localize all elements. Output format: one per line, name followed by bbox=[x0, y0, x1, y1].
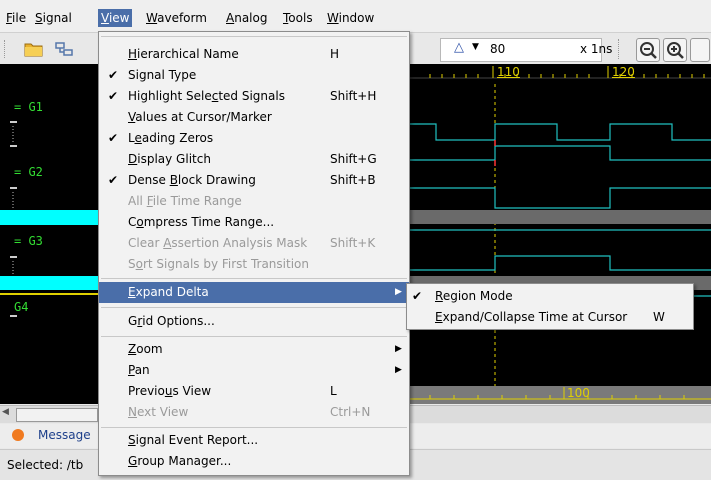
menu-tools[interactable]: Tools bbox=[280, 9, 316, 27]
menu-item-compress-time-range[interactable]: Compress Time Range... bbox=[99, 212, 409, 233]
submenu-arrow-icon: ▶ bbox=[395, 365, 402, 375]
menu-separator bbox=[101, 336, 407, 337]
checkmark-icon: ✔ bbox=[107, 173, 119, 187]
menu-window[interactable]: Window bbox=[324, 9, 377, 27]
toolbar-separator bbox=[618, 39, 622, 59]
menu-item-leading-zeros[interactable]: ✔ Leading Zeros bbox=[99, 128, 409, 149]
menu-item-next-view[interactable]: Next View Ctrl+N bbox=[99, 402, 409, 423]
message-tab[interactable]: Message bbox=[38, 428, 91, 442]
time-ruler: 110 120 bbox=[410, 64, 711, 84]
message-icon bbox=[12, 429, 24, 441]
menu-item-hierarchical-name[interactable]: Hierarchical Name H bbox=[99, 44, 409, 65]
menu-item-sort-signals[interactable]: Sort Signals by First Transition bbox=[99, 254, 409, 275]
menu-analog[interactable]: Analog bbox=[223, 9, 270, 27]
checkmark-icon: ✔ bbox=[107, 89, 119, 103]
menu-waveform[interactable]: Waveform bbox=[143, 9, 210, 27]
ruler-label-120: 120 bbox=[612, 65, 635, 79]
view-menu-dropdown: Hierarchical Name H ✔ Signal Type ✔ High… bbox=[98, 31, 410, 476]
status-text: Selected: /tb bbox=[7, 458, 84, 472]
menu-item-display-glitch[interactable]: Display Glitch Shift+G bbox=[99, 149, 409, 170]
zoom-value: 80 bbox=[490, 42, 506, 56]
selected-signal-row[interactable] bbox=[0, 210, 98, 225]
menu-bar: File Signal View Waveform Analog Tools W… bbox=[0, 0, 711, 33]
checkmark-icon: ✔ bbox=[411, 289, 423, 303]
menu-item-previous-view[interactable]: Previous View L bbox=[99, 381, 409, 402]
menu-item-all-file-time-range[interactable]: All File Time Range bbox=[99, 191, 409, 212]
menu-item-signal-event-report[interactable]: Signal Event Report... bbox=[99, 430, 409, 451]
bottom-ruler-label: 100 bbox=[567, 386, 590, 400]
menu-view[interactable]: View bbox=[98, 9, 133, 27]
open-folder-icon[interactable] bbox=[24, 40, 44, 61]
menu-item-expand-delta[interactable]: Expand Delta ▶ bbox=[99, 282, 409, 303]
menu-item-values-at-cursor[interactable]: Values at Cursor/Marker bbox=[99, 107, 409, 128]
scroll-left-arrow-icon[interactable]: ◀ bbox=[2, 407, 9, 417]
menu-signal[interactable]: Signal bbox=[32, 9, 75, 27]
time-unit-label: x 1ns bbox=[580, 42, 613, 56]
chevron-down-icon[interactable]: ▼ bbox=[472, 42, 479, 52]
menu-separator bbox=[101, 427, 407, 428]
submenu-item-expand-collapse-time[interactable]: Expand/Collapse Time at Cursor W bbox=[407, 307, 693, 328]
zoom-out-button[interactable] bbox=[636, 38, 660, 62]
submenu-arrow-icon: ▶ bbox=[395, 287, 402, 297]
submenu-item-region-mode[interactable]: ✔ Region Mode bbox=[407, 286, 693, 307]
menu-item-signal-type[interactable]: ✔ Signal Type bbox=[99, 65, 409, 86]
zoom-in-button[interactable] bbox=[663, 38, 687, 62]
hierarchy-icon[interactable] bbox=[55, 40, 75, 61]
tree-lines bbox=[8, 64, 20, 404]
ruler-label-110: 110 bbox=[497, 65, 520, 79]
menu-item-dense-block-drawing[interactable]: ✔ Dense Block Drawing Shift+B bbox=[99, 170, 409, 191]
menu-separator bbox=[101, 307, 407, 308]
menu-item-zoom[interactable]: Zoom ▶ bbox=[99, 339, 409, 360]
signal-list: = G1 = G2 = G3 G4 bbox=[8, 64, 98, 404]
scrollbar-thumb[interactable] bbox=[16, 408, 98, 422]
checkmark-icon: ✔ bbox=[107, 131, 119, 145]
menu-separator bbox=[101, 278, 407, 279]
waveform-traces bbox=[410, 84, 711, 386]
menu-item-highlight-selected-signals[interactable]: ✔ Highlight Selected Signals Shift+H bbox=[99, 86, 409, 107]
bottom-time-ruler: 100 bbox=[410, 386, 711, 404]
selected-signal-row[interactable] bbox=[0, 276, 98, 290]
g4-marker-line bbox=[0, 293, 98, 295]
menu-file[interactable]: File bbox=[3, 9, 29, 27]
menu-item-clear-assertion-analysis-mask[interactable]: Clear Assertion Analysis Mask Shift+K bbox=[99, 233, 409, 254]
menu-item-pan[interactable]: Pan ▶ bbox=[99, 360, 409, 381]
submenu-arrow-icon: ▶ bbox=[395, 344, 402, 354]
checkmark-icon: ✔ bbox=[107, 68, 119, 82]
zoom-fit-button[interactable] bbox=[690, 38, 710, 62]
menu-tearoff-separator bbox=[101, 36, 407, 37]
menu-item-grid-options[interactable]: Grid Options... bbox=[99, 311, 409, 332]
menu-item-group-manager[interactable]: Group Manager... bbox=[99, 451, 409, 472]
toolbar-grip bbox=[4, 40, 8, 58]
delta-icon[interactable]: △ bbox=[454, 40, 464, 55]
zoom-field[interactable] bbox=[440, 38, 602, 62]
expand-delta-submenu: ✔ Region Mode Expand/Collapse Time at Cu… bbox=[406, 283, 694, 330]
